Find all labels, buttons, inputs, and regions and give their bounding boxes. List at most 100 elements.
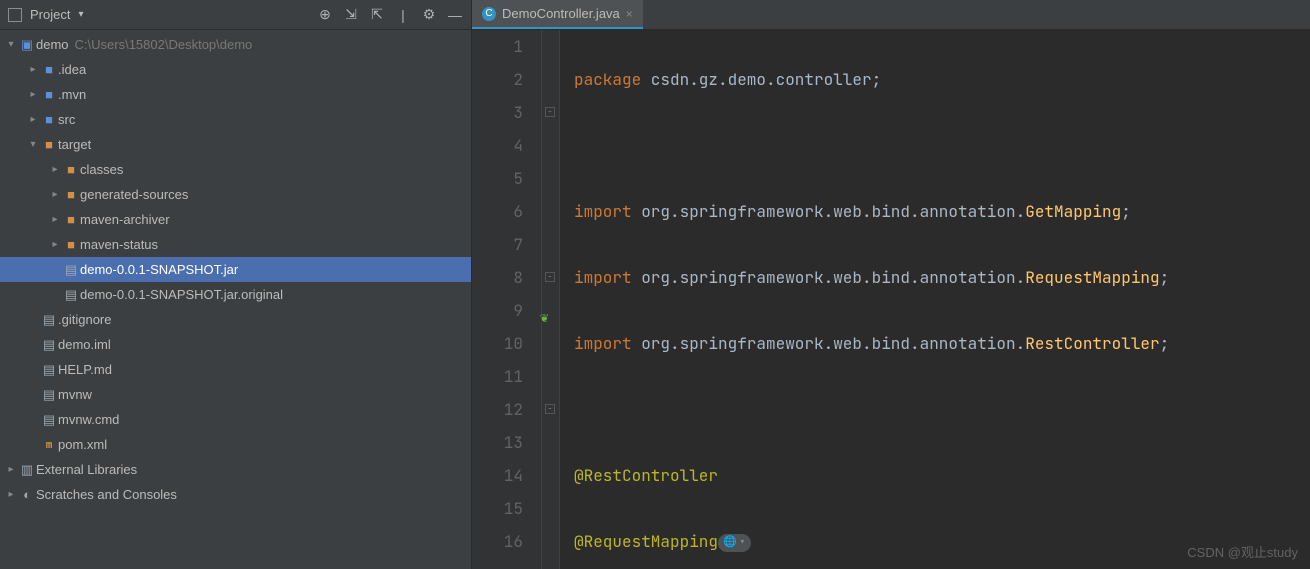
tree-item-label: pom.xml: [58, 437, 107, 452]
tree-item[interactable]: ■target: [0, 132, 471, 157]
scratches-label: Scratches and Consoles: [36, 487, 177, 502]
java-class-icon: C: [482, 7, 496, 21]
editor-tabs: C DemoController.java ×: [472, 0, 1310, 30]
code-text: csdn.gz.demo.controller;: [641, 69, 881, 90]
watermark: CSDN @观止study: [1187, 542, 1298, 561]
class-ref: RestController: [1025, 333, 1159, 354]
tree-item-label: HELP.md: [58, 362, 112, 377]
chevron-right-icon[interactable]: [26, 89, 40, 100]
project-sidebar: Project ▾ ⊕ ⇲ ⇱ | ⚙ — ▣ demo C:\Users\15…: [0, 0, 472, 569]
tree-item[interactable]: ▤HELP.md: [0, 357, 471, 382]
gear-icon[interactable]: ⚙: [421, 7, 437, 23]
line-number: 12: [472, 393, 523, 426]
editor-area: C DemoController.java × 1234567891011121…: [472, 0, 1310, 569]
tree-item-label: target: [58, 137, 91, 152]
module-folder-icon: ▣: [18, 37, 36, 53]
tree-item[interactable]: ■.idea: [0, 57, 471, 82]
folder-icon: ■: [62, 187, 80, 202]
line-number: 13: [472, 426, 523, 459]
tree-item-label: mvnw.cmd: [58, 412, 119, 427]
globe-icon: 🌐: [723, 526, 737, 559]
tab-democontroller[interactable]: C DemoController.java ×: [472, 0, 643, 29]
chevron-right-icon[interactable]: [26, 64, 40, 75]
external-libraries[interactable]: ▥ External Libraries: [0, 457, 471, 482]
class-ref: GetMapping: [1025, 201, 1121, 222]
tree-item-label: demo-0.0.1-SNAPSHOT.jar.original: [80, 287, 283, 302]
code-text: ;: [1160, 267, 1170, 288]
tree-item[interactable]: ■maven-status: [0, 232, 471, 257]
chevron-right-icon[interactable]: [4, 489, 18, 500]
fold-marker[interactable]: −: [545, 404, 555, 414]
fold-marker[interactable]: −: [545, 272, 555, 282]
tab-label: DemoController.java: [502, 6, 620, 21]
chevron-right-icon[interactable]: [4, 464, 18, 475]
ext-lib-label: External Libraries: [36, 462, 137, 477]
line-number: 4: [472, 129, 523, 162]
tree-root[interactable]: ▣ demo C:\Users\15802\Desktop\demo: [0, 32, 471, 57]
line-number: 5: [472, 162, 523, 195]
chevron-right-icon[interactable]: [26, 114, 40, 125]
line-number: 14: [472, 459, 523, 492]
tree-item-label: .gitignore: [58, 312, 111, 327]
root-path: C:\Users\15802\Desktop\demo: [75, 37, 253, 52]
code-text: ;: [1160, 333, 1170, 354]
chevron-down-icon[interactable]: [26, 139, 40, 150]
chevron-down-icon: ▾: [78, 9, 83, 20]
tree-item-label: mvnw: [58, 387, 92, 402]
tree-item[interactable]: ■classes: [0, 157, 471, 182]
tree-item[interactable]: ▤mvnw: [0, 382, 471, 407]
tree-item[interactable]: mpom.xml: [0, 432, 471, 457]
tree-item-label: .mvn: [58, 87, 86, 102]
file-icon: ▤: [40, 312, 58, 328]
keyword: import: [574, 333, 632, 354]
locate-icon[interactable]: ⊕: [317, 7, 333, 23]
scratches-consoles[interactable]: ◐ Scratches and Consoles: [0, 482, 471, 507]
folder-icon: ■: [40, 112, 58, 127]
tree-item-label: demo-0.0.1-SNAPSHOT.jar: [80, 262, 238, 277]
file-icon: ▤: [40, 412, 58, 428]
folder-icon: ■: [62, 212, 80, 227]
project-tree: ▣ demo C:\Users\15802\Desktop\demo ■.ide…: [0, 30, 471, 569]
line-number: 8: [472, 261, 523, 294]
close-icon[interactable]: ×: [626, 7, 633, 21]
tree-item[interactable]: ■generated-sources: [0, 182, 471, 207]
chevron-right-icon[interactable]: [48, 164, 62, 175]
line-number: 9: [472, 294, 523, 327]
tree-item[interactable]: ▤demo.iml: [0, 332, 471, 357]
project-selector[interactable]: Project ▾: [8, 7, 84, 22]
tree-item[interactable]: ■maven-archiver: [0, 207, 471, 232]
file-icon: ▤: [62, 262, 80, 278]
tree-item[interactable]: ■.mvn: [0, 82, 471, 107]
line-number: 3: [472, 96, 523, 129]
collapse-all-icon[interactable]: ⇱: [369, 7, 385, 23]
project-window-icon: [8, 8, 22, 22]
spring-leaf-icon: ❦: [540, 302, 548, 335]
folder-icon: ■: [40, 137, 58, 152]
chevron-down-icon[interactable]: [4, 39, 18, 50]
code-lines[interactable]: package csdn.gz.demo.controller; import …: [560, 30, 1169, 569]
file-icon: ▤: [62, 287, 80, 303]
tree-item[interactable]: ▤mvnw.cmd: [0, 407, 471, 432]
sidebar-title: Project: [30, 7, 70, 22]
line-number: 2: [472, 63, 523, 96]
tree-item[interactable]: ■src: [0, 107, 471, 132]
sidebar-header: Project ▾ ⊕ ⇲ ⇱ | ⚙ —: [0, 0, 471, 30]
chevron-right-icon[interactable]: [48, 239, 62, 250]
code-editor[interactable]: 12345678910111213141516 − − ❦ − package …: [472, 30, 1310, 569]
tree-item[interactable]: ▤.gitignore: [0, 307, 471, 332]
tree-item-label: classes: [80, 162, 123, 177]
class-ref: RequestMapping: [1025, 267, 1159, 288]
tree-item[interactable]: ▤demo-0.0.1-SNAPSHOT.jar: [0, 257, 471, 282]
chevron-right-icon[interactable]: [48, 214, 62, 225]
folder-icon: ■: [40, 87, 58, 102]
chevron-right-icon[interactable]: [48, 189, 62, 200]
url-mapping-pill[interactable]: 🌐▾: [718, 534, 751, 552]
annotation: @RestController: [574, 465, 718, 486]
hide-icon[interactable]: —: [447, 7, 463, 23]
fold-marker[interactable]: −: [545, 107, 555, 117]
expand-all-icon[interactable]: ⇲: [343, 7, 359, 23]
keyword: import: [574, 267, 632, 288]
keyword: package: [574, 69, 641, 90]
code-text: org.springframework.web.bind.annotation.: [632, 201, 1026, 222]
tree-item[interactable]: ▤demo-0.0.1-SNAPSHOT.jar.original: [0, 282, 471, 307]
